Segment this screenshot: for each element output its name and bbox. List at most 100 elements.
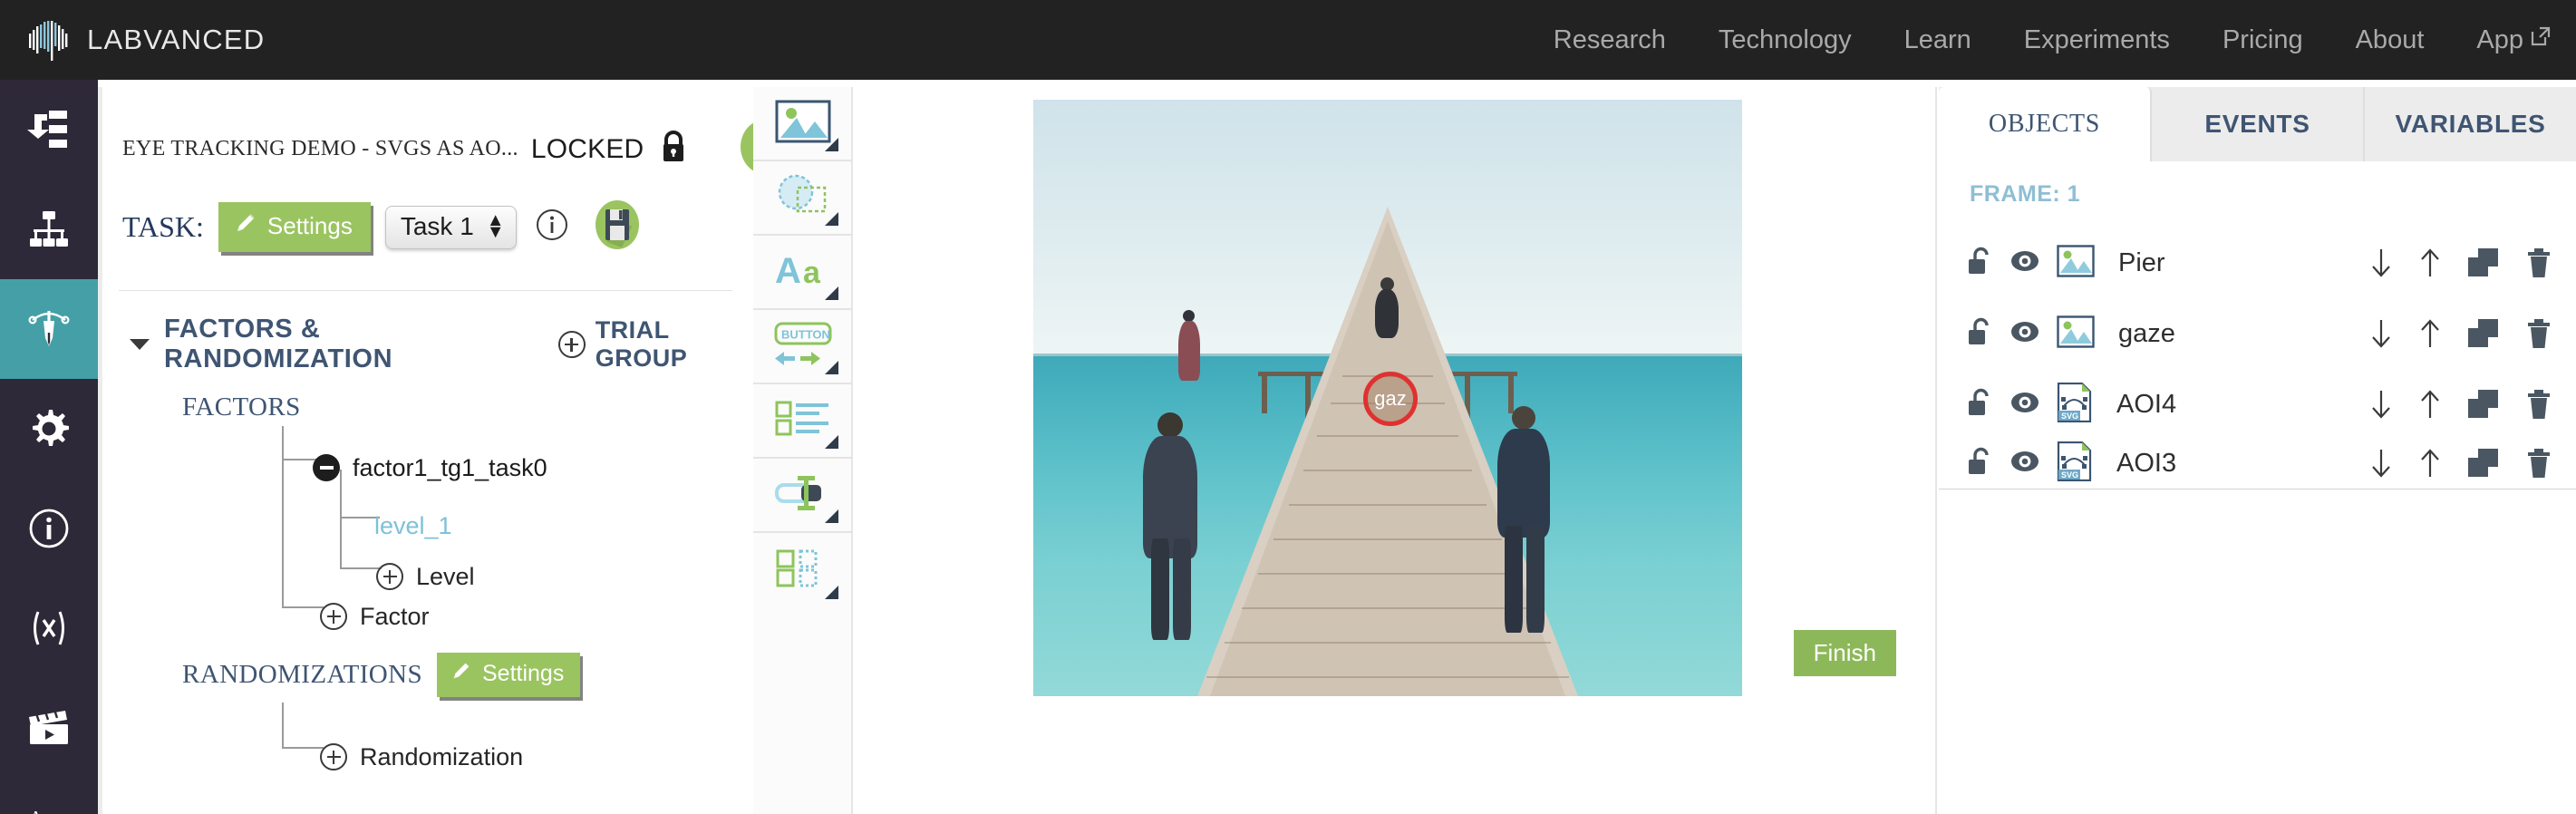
unlock-icon[interactable] [1966, 388, 1993, 422]
nav-link-research[interactable]: Research [1554, 25, 1666, 55]
expand-corner-icon[interactable] [825, 361, 838, 374]
task-stepper-arrows[interactable]: ▲ ▼ [487, 211, 505, 241]
eye-visible-icon[interactable] [2009, 450, 2040, 478]
lock-closed-icon[interactable] [658, 130, 689, 169]
nav-link-experiments[interactable]: Experiments [2024, 25, 2170, 55]
move-down-arrow-icon[interactable] [2369, 318, 2393, 349]
nav-link-app[interactable]: App [2476, 24, 2552, 55]
plus-circle-icon[interactable] [320, 603, 347, 630]
task-info-icon[interactable] [535, 208, 569, 247]
expand-corner-icon[interactable] [825, 435, 838, 449]
frame-label-text: FRAME: [1970, 181, 2061, 207]
translation-icon: A あ [25, 804, 73, 814]
nav-link-learn[interactable]: Learn [1904, 25, 1971, 55]
duplicate-icon[interactable] [2467, 448, 2500, 479]
pen-tool-design-icon [25, 305, 73, 353]
move-up-arrow-icon[interactable] [2418, 247, 2442, 278]
eye-visible-icon[interactable] [2009, 391, 2040, 419]
external-link-icon [2529, 24, 2552, 55]
rail-item-study-flow[interactable] [0, 80, 98, 179]
element-tool-text[interactable]: A a [753, 236, 853, 310]
randomizations-settings-button[interactable]: Settings [437, 653, 581, 697]
unlock-icon[interactable] [1966, 317, 1993, 351]
minus-circle-icon[interactable] [313, 454, 340, 481]
trash-delete-icon[interactable] [2525, 448, 2552, 479]
add-trial-group-button[interactable]: TRIAL GROUP [557, 316, 749, 373]
finish-button[interactable]: Finish [1793, 630, 1896, 676]
move-down-arrow-icon[interactable] [2369, 389, 2393, 420]
rail-item-translation[interactable]: A あ [0, 778, 98, 814]
duplicate-icon[interactable] [2467, 318, 2500, 349]
task-select-dropdown[interactable]: Task 1 ▲ ▼ [384, 205, 517, 249]
element-tool-image[interactable] [753, 87, 853, 161]
move-down-arrow-icon[interactable] [2369, 247, 2393, 278]
person-leg [1505, 526, 1523, 633]
element-tool-button[interactable]: BUTTON [753, 310, 853, 384]
rail-item-design-pen-tool[interactable] [0, 279, 98, 379]
svg-text:BUTTON: BUTTON [781, 327, 830, 341]
rail-item-variables[interactable] [0, 578, 98, 678]
move-up-arrow-icon[interactable] [2418, 448, 2442, 479]
factor-node-row[interactable]: factor1_tg1_task0 [313, 444, 547, 491]
trash-delete-icon[interactable] [2525, 318, 2552, 349]
trash-delete-icon[interactable] [2525, 247, 2552, 278]
nav-link-pricing[interactable]: Pricing [2223, 25, 2303, 55]
move-up-arrow-icon[interactable] [2418, 318, 2442, 349]
rail-item-media[interactable] [0, 678, 98, 778]
tree-trunk-line [282, 703, 284, 748]
object-row-aoi3[interactable]: SVG AOI3 [1939, 440, 2576, 487]
gaze-marker[interactable]: gaz [1363, 372, 1418, 426]
eye-visible-icon[interactable] [2009, 320, 2040, 348]
unlock-icon[interactable] [1966, 247, 1993, 280]
left-icon-rail: A あ [0, 80, 98, 814]
object-row-pier[interactable]: Pier [1939, 228, 2576, 298]
save-experiment-button[interactable] [589, 197, 645, 257]
tab-objects[interactable]: OBJECTS [1939, 87, 2152, 161]
trash-delete-icon[interactable] [2525, 389, 2552, 420]
stepper-down-icon[interactable]: ▼ [487, 222, 505, 241]
factors-randomization-title: FACTORS & RANDOMIZATION [164, 315, 393, 373]
add-factor-row[interactable]: Factor [320, 593, 430, 640]
chevron-down-icon[interactable] [130, 339, 150, 350]
plus-circle-icon[interactable] [320, 743, 347, 770]
experiment-stage[interactable]: gaz Finish [859, 100, 1914, 696]
nav-links: Research Technology Learn Experiments Pr… [1501, 24, 2552, 55]
expand-corner-icon[interactable] [825, 138, 838, 151]
task-settings-button[interactable]: Settings [218, 202, 371, 252]
tab-variables[interactable]: VARIABLES [2365, 87, 2576, 161]
brain-waves-logo-icon [24, 15, 73, 64]
element-tool-shape[interactable] [753, 161, 853, 236]
duplicate-icon[interactable] [2467, 247, 2500, 278]
nav-link-about[interactable]: About [2356, 25, 2425, 55]
expand-corner-icon[interactable] [825, 286, 838, 300]
expand-corner-icon[interactable] [825, 586, 838, 599]
move-down-arrow-icon[interactable] [2369, 448, 2393, 479]
object-row-aoi4[interactable]: SVG AOI4 [1939, 369, 2576, 440]
move-up-arrow-icon[interactable] [2418, 389, 2442, 420]
input-field-element-icon [774, 472, 832, 518]
element-tool-grid[interactable] [753, 533, 853, 607]
pier-plank [1206, 676, 1569, 678]
person-body [1375, 289, 1399, 338]
element-tool-input-field[interactable] [753, 459, 853, 533]
level-node-row[interactable]: level_1 [374, 502, 452, 549]
svg-text:A: A [775, 251, 801, 290]
rail-item-task-hierarchy[interactable] [0, 179, 98, 279]
variables-x-icon [25, 605, 73, 652]
object-row-actions [2369, 247, 2552, 278]
element-tool-choice-list[interactable] [753, 384, 853, 459]
plus-circle-icon[interactable] [376, 563, 403, 590]
expand-corner-icon[interactable] [825, 509, 838, 523]
nav-link-technology[interactable]: Technology [1719, 25, 1852, 55]
expand-corner-icon[interactable] [825, 212, 838, 226]
eye-visible-icon[interactable] [2009, 249, 2040, 277]
rail-item-info[interactable] [0, 479, 98, 578]
unlock-icon[interactable] [1966, 447, 1993, 480]
object-row-gaze[interactable]: gaze [1939, 298, 2576, 369]
brand-logo[interactable]: LABVANCED [24, 15, 265, 64]
tab-events[interactable]: EVENTS [2152, 87, 2365, 161]
add-randomization-row[interactable]: Randomization [320, 733, 523, 780]
pier-plank [1317, 435, 1458, 437]
rail-item-settings[interactable] [0, 379, 98, 479]
duplicate-icon[interactable] [2467, 389, 2500, 420]
